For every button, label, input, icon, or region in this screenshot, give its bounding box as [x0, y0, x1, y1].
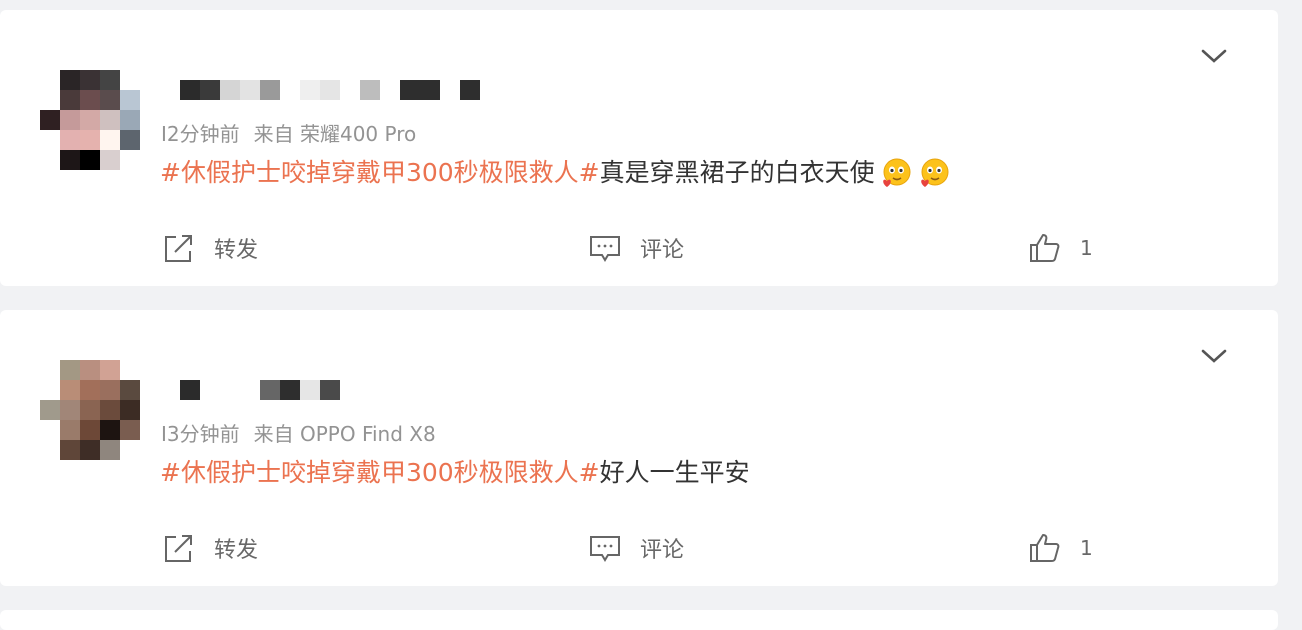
avatar[interactable]: [40, 360, 140, 460]
post-meta: I3分钟前 来自 OPPO Find X8: [161, 418, 436, 447]
username-redacted[interactable]: [180, 380, 500, 400]
username-redacted[interactable]: [180, 80, 500, 100]
smiling-heart-emoji-icon: [882, 158, 911, 187]
comment-label: 评论: [640, 238, 685, 263]
forward-label: 转发: [214, 238, 259, 263]
comment-icon: [590, 236, 620, 262]
avatar[interactable]: [40, 60, 140, 170]
feed-card: I2分钟前 来自 荣耀400 Pro #休假护士咬掉穿戴甲300秒极限救人#真是穿…: [0, 10, 1278, 286]
feed-card-partial: [0, 610, 1278, 630]
like-button[interactable]: 1: [1028, 232, 1093, 264]
smiling-heart-emoji-icon: [920, 158, 949, 187]
post-time: I2分钟前: [161, 122, 240, 146]
comment-label: 评论: [640, 538, 685, 563]
comment-icon: [590, 536, 620, 562]
feed-card: I3分钟前 来自 OPPO Find X8 #休假护士咬掉穿戴甲300秒极限救人#…: [0, 310, 1278, 586]
like-count: 1: [1080, 536, 1093, 560]
comment-button[interactable]: 评论: [588, 532, 684, 564]
like-button[interactable]: 1: [1028, 532, 1093, 564]
like-count: 1: [1080, 236, 1093, 260]
share-icon: [165, 235, 192, 262]
post-meta: I2分钟前 来自 荣耀400 Pro: [161, 118, 416, 147]
post-time: I3分钟前: [161, 422, 240, 446]
post-text: #休假护士咬掉穿戴甲300秒极限救人#真是穿黑裙子的白衣天使: [160, 156, 951, 191]
post-body: 好人一生平安: [599, 458, 750, 487]
thumbs-up-icon: [1030, 234, 1060, 262]
chevron-down-icon[interactable]: [1200, 46, 1228, 66]
forward-button[interactable]: 转发: [162, 532, 258, 564]
chevron-down-icon[interactable]: [1200, 346, 1228, 366]
post-source: 来自 荣耀400 Pro: [253, 122, 417, 146]
thumbs-up-icon: [1030, 534, 1060, 562]
post-source: 来自 OPPO Find X8: [253, 422, 436, 446]
post-text: #休假护士咬掉穿戴甲300秒极限救人#好人一生平安: [160, 456, 750, 490]
topic-link[interactable]: #休假护士咬掉穿戴甲300秒极限救人#: [160, 458, 600, 487]
forward-label: 转发: [214, 538, 259, 563]
share-icon: [165, 535, 192, 562]
comment-button[interactable]: 评论: [588, 232, 684, 264]
post-body: 真是穿黑裙子的白衣天使: [599, 158, 875, 187]
forward-button[interactable]: 转发: [162, 232, 258, 264]
topic-link[interactable]: #休假护士咬掉穿戴甲300秒极限救人#: [160, 158, 600, 187]
